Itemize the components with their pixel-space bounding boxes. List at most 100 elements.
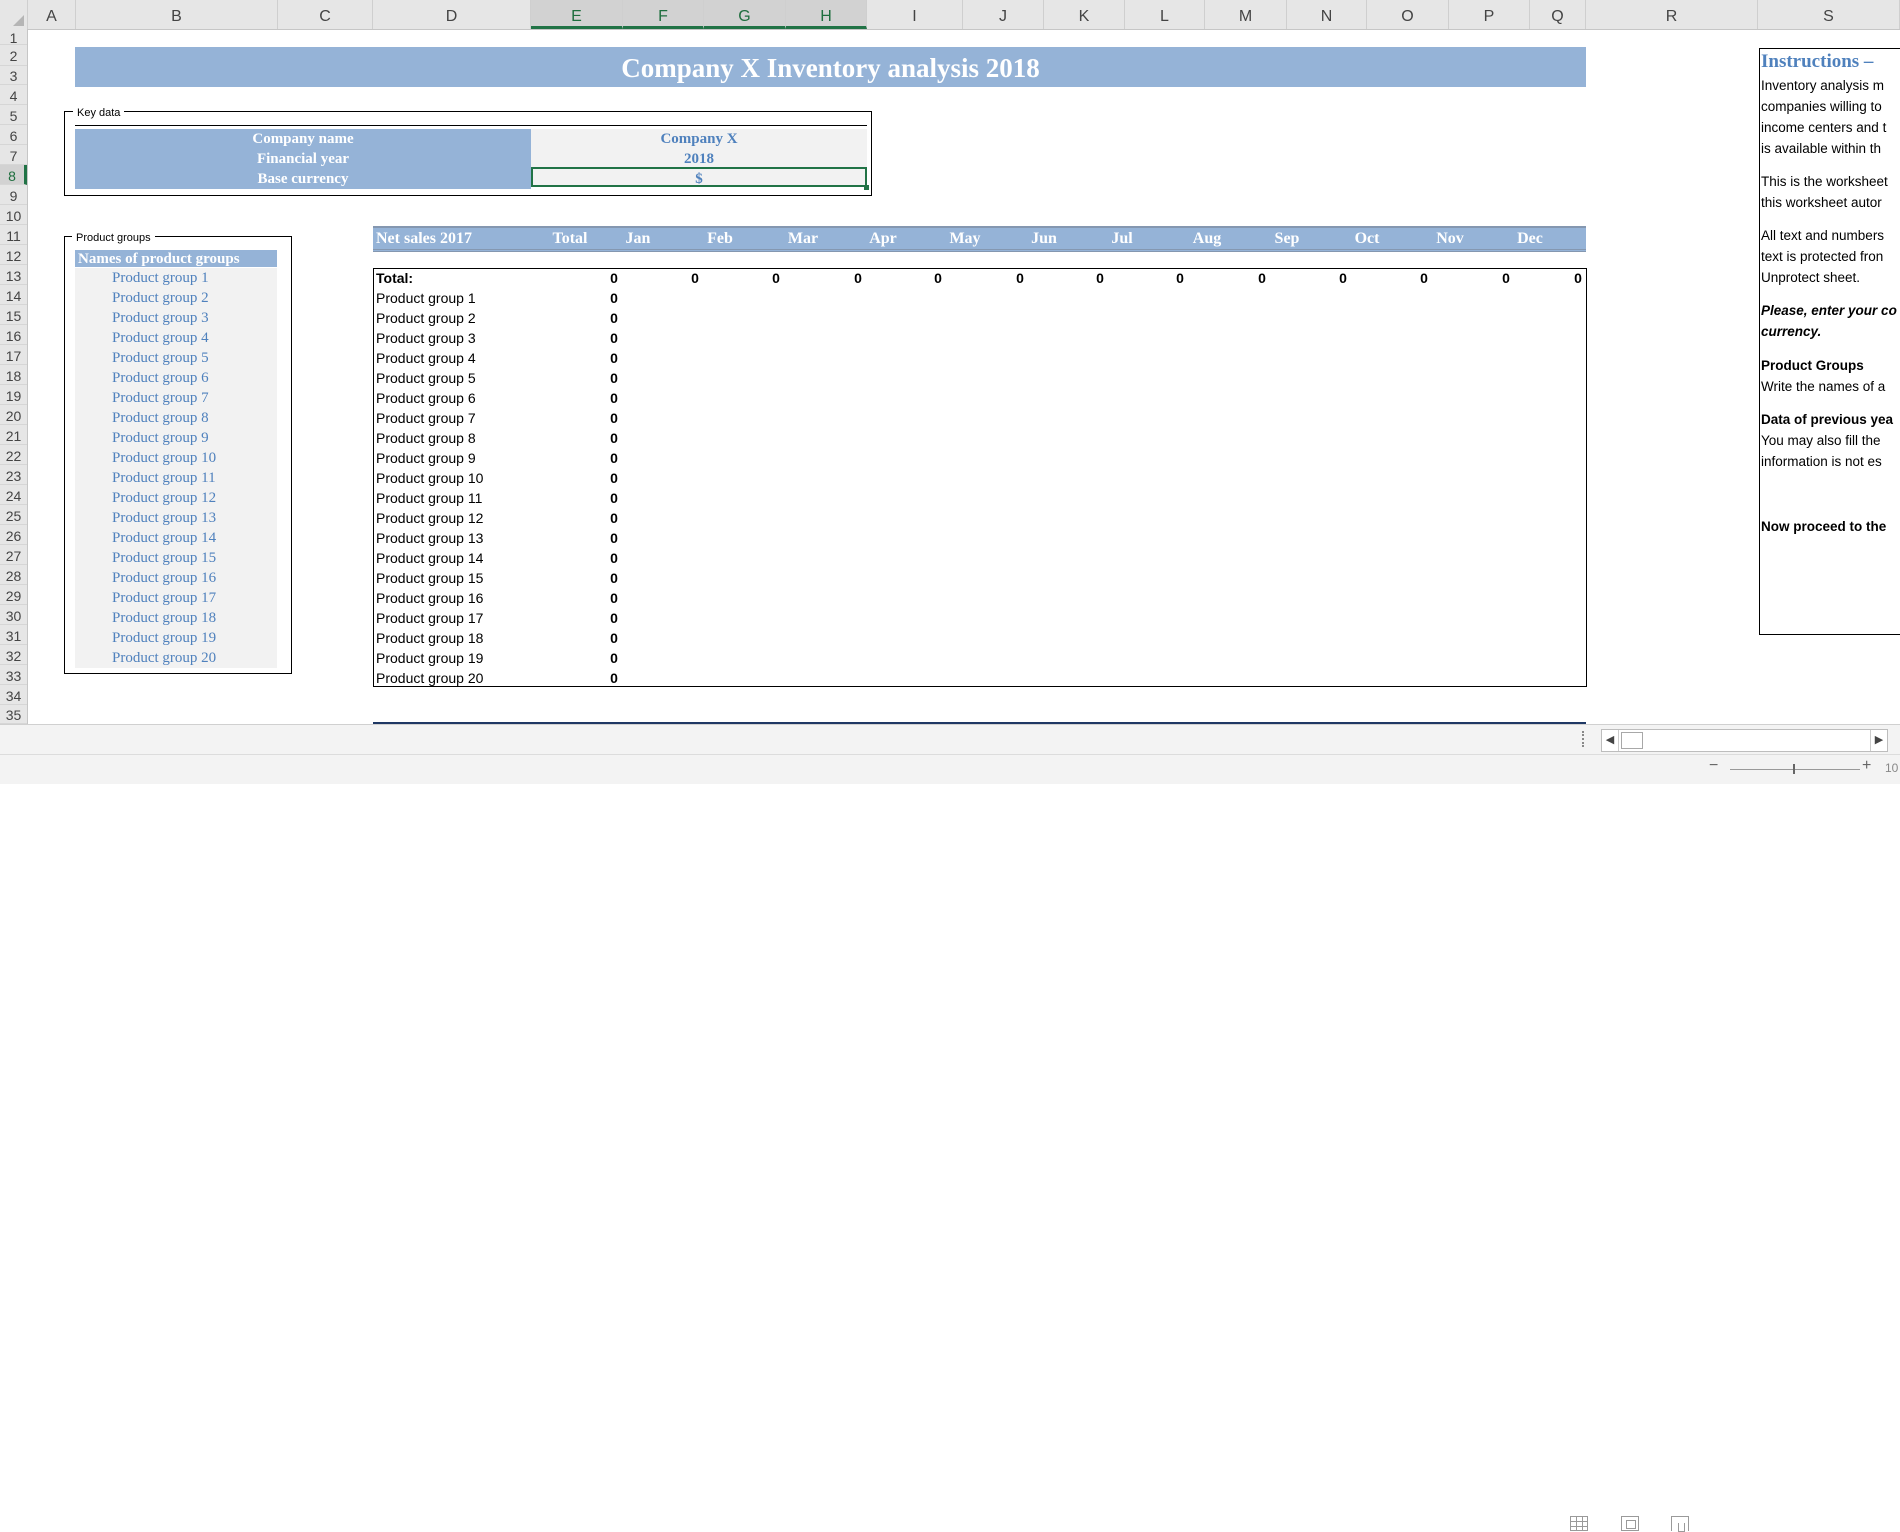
row-header-cell[interactable]: 14 [0, 285, 27, 305]
row-header-cell[interactable]: 27 [0, 545, 27, 565]
column-header-cell[interactable]: Q [1530, 0, 1586, 29]
horizontal-scrollbar[interactable]: ◀ ▶ [1601, 729, 1888, 752]
financial-year-value[interactable]: 2018 [531, 149, 867, 169]
product-group-row-label: Product group 13 [376, 530, 484, 546]
row-header-cell[interactable]: 4 [0, 85, 27, 105]
row-header-cell[interactable]: 8 [0, 165, 27, 185]
column-header-cell[interactable]: K [1044, 0, 1125, 29]
company-name-value[interactable]: Company X [531, 129, 867, 149]
product-group-name[interactable]: Product group 14 [75, 528, 277, 548]
scroll-thumb[interactable] [1621, 732, 1643, 749]
page-layout-view-icon[interactable] [1621, 1516, 1639, 1531]
row-header-cell[interactable]: 19 [0, 385, 27, 405]
column-header-cell[interactable]: C [278, 0, 373, 29]
row-header-cell[interactable]: 17 [0, 345, 27, 365]
fill-handle[interactable] [864, 185, 869, 190]
product-group-row-label: Product group 9 [376, 450, 476, 466]
column-header-cell[interactable]: B [76, 0, 278, 29]
row-header-cell[interactable]: 20 [0, 405, 27, 425]
product-group-name[interactable]: Product group 12 [75, 488, 277, 508]
product-group-name[interactable]: Product group 18 [75, 608, 277, 628]
row-header-cell[interactable]: 21 [0, 425, 27, 445]
row-header-cell[interactable]: 15 [0, 305, 27, 325]
zoom-level[interactable]: 10 [1885, 761, 1898, 775]
product-group-name[interactable]: Product group 17 [75, 588, 277, 608]
row-header-cell[interactable]: 23 [0, 465, 27, 485]
product-group-name[interactable]: Product group 6 [75, 368, 277, 388]
product-group-name[interactable]: Product group 4 [75, 328, 277, 348]
column-header-cell[interactable]: A [28, 0, 76, 29]
month-total-value: 0 [1096, 270, 1104, 286]
row-header-cell[interactable]: 30 [0, 605, 27, 625]
row-header-cell[interactable]: 24 [0, 485, 27, 505]
zoom-slider[interactable] [1730, 764, 1860, 774]
product-group-name[interactable]: Product group 13 [75, 508, 277, 528]
row-header-cell[interactable]: 11 [0, 225, 27, 245]
product-group-name[interactable]: Product group 11 [75, 468, 277, 488]
row-header-cell[interactable]: 26 [0, 525, 27, 545]
row-header-cell[interactable]: 6 [0, 125, 27, 145]
select-all-corner[interactable] [0, 0, 28, 29]
product-group-name[interactable]: Product group 10 [75, 448, 277, 468]
company-name-label: Company name [75, 129, 531, 149]
zoom-in-button[interactable]: + [1862, 757, 1871, 775]
product-groups-header: Names of product groups [75, 248, 277, 267]
product-group-name[interactable]: Product group 3 [75, 308, 277, 328]
product-group-name[interactable]: Product group 9 [75, 428, 277, 448]
product-group-name[interactable]: Product group 1 [75, 268, 277, 288]
column-header-cell[interactable]: J [963, 0, 1044, 29]
month-column-header: Dec [1517, 230, 1543, 247]
row-header-cell[interactable]: 5 [0, 105, 27, 125]
base-currency-value[interactable]: $ [531, 167, 867, 187]
column-header-cell[interactable]: N [1287, 0, 1367, 29]
product-group-name[interactable]: Product group 15 [75, 548, 277, 568]
column-header-cell[interactable]: L [1125, 0, 1205, 29]
product-group-name[interactable]: Product group 19 [75, 628, 277, 648]
row-header-cell[interactable]: 10 [0, 205, 27, 225]
column-header-cell[interactable]: G [704, 0, 786, 29]
column-header-cell[interactable]: M [1205, 0, 1287, 29]
product-group-name[interactable]: Product group 20 [75, 648, 277, 668]
zoom-out-button[interactable]: − [1709, 757, 1718, 775]
column-header-cell[interactable]: H [786, 0, 867, 29]
product-group-row-total: 0 [610, 650, 618, 666]
column-header-cell[interactable]: I [867, 0, 963, 29]
page-break-preview-icon[interactable] [1671, 1516, 1689, 1532]
row-header-cell[interactable]: 33 [0, 665, 27, 685]
row-header-cell[interactable]: 29 [0, 585, 27, 605]
split-handle-icon[interactable] [1582, 731, 1587, 747]
product-group-name[interactable]: Product group 2 [75, 288, 277, 308]
column-header-cell[interactable]: D [373, 0, 531, 29]
row-header-cell[interactable]: 35 [0, 705, 27, 724]
product-group-name[interactable]: Product group 16 [75, 568, 277, 588]
column-header-cell[interactable]: P [1449, 0, 1530, 29]
row-header-cell[interactable]: 2 [0, 45, 27, 66]
row-header-cell[interactable]: 1 [0, 29, 27, 46]
row-header-cell[interactable]: 12 [0, 245, 27, 265]
row-header-cell[interactable]: 18 [0, 365, 27, 385]
product-group-name[interactable]: Product group 5 [75, 348, 277, 368]
row-header-cell[interactable]: 16 [0, 325, 27, 345]
column-header-cell[interactable]: S [1758, 0, 1900, 29]
row-header-cell[interactable]: 3 [0, 66, 27, 85]
scroll-right-icon[interactable]: ▶ [1870, 730, 1887, 751]
zoom-slider-thumb[interactable] [1793, 764, 1795, 774]
row-header-cell[interactable]: 28 [0, 565, 27, 585]
row-header-cell[interactable]: 9 [0, 185, 27, 205]
column-header-cell[interactable]: O [1367, 0, 1449, 29]
normal-view-icon[interactable] [1570, 1516, 1588, 1531]
row-header-cell[interactable]: 7 [0, 145, 27, 165]
product-group-name[interactable]: Product group 7 [75, 388, 277, 408]
row-header-cell[interactable]: 32 [0, 645, 27, 665]
row-header-cell[interactable]: 34 [0, 685, 27, 705]
row-header-cell[interactable]: 22 [0, 445, 27, 465]
net-sales-table [373, 268, 1587, 687]
column-header-cell[interactable]: E [531, 0, 623, 29]
row-header-cell[interactable]: 25 [0, 505, 27, 525]
product-group-name[interactable]: Product group 8 [75, 408, 277, 428]
row-header-cell[interactable]: 31 [0, 625, 27, 645]
column-header-cell[interactable]: F [623, 0, 704, 29]
column-header-cell[interactable]: R [1586, 0, 1758, 29]
scroll-left-icon[interactable]: ◀ [1602, 730, 1619, 751]
row-header-cell[interactable]: 13 [0, 265, 27, 285]
